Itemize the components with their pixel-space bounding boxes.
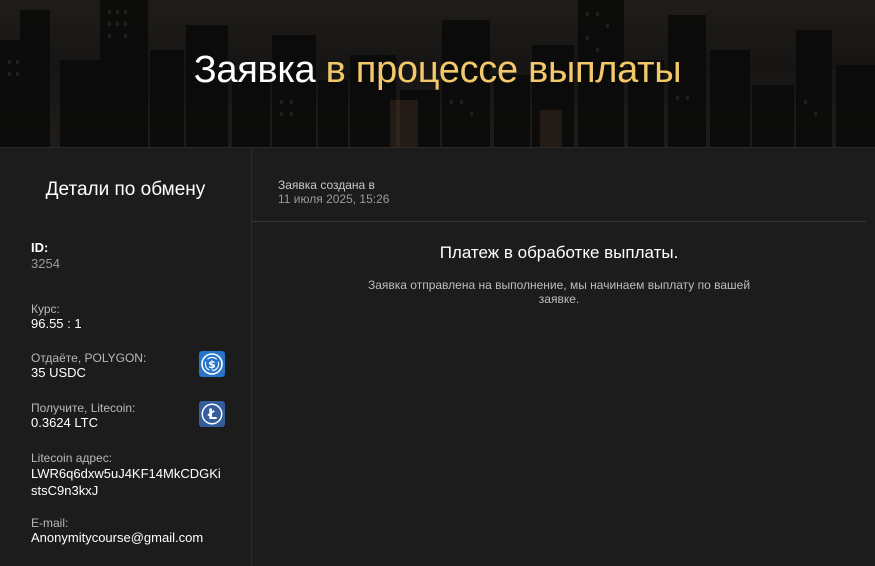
rate-label: Курс: xyxy=(31,302,60,316)
address-field: Litecoin адрес: LWR6q6dxw5uJ4KF14MkCDGKi… xyxy=(31,451,236,499)
created-info: Заявка создана в 11 июля 2025, 15:26 xyxy=(278,178,389,206)
status-divider xyxy=(252,221,866,222)
status-message: Заявка отправлена на выполнение, мы начи… xyxy=(367,278,751,306)
created-label: Заявка создана в xyxy=(278,178,375,192)
address-value[interactable]: LWR6q6dxw5uJ4KF14MkCDGKistsC9n3kxJ xyxy=(31,465,227,499)
status-title: Платеж в обработке выплаты. xyxy=(439,243,679,262)
page: Заявка в процессе выплаты Детали по обме… xyxy=(0,0,875,566)
order-id-value: 3254 xyxy=(31,256,60,271)
hero-banner: Заявка в процессе выплаты xyxy=(0,0,875,147)
address-label: Litecoin адрес: xyxy=(31,451,113,465)
svg-text:Ł: Ł xyxy=(207,407,217,423)
rate-field: Курс: 96.55 : 1 xyxy=(31,302,236,332)
usdc-coin-icon: $ xyxy=(199,351,225,377)
rate-value: 96.55 : 1 xyxy=(31,316,82,331)
exchange-card: Детали по обмену ID: 3254 Курс: 96.55 : … xyxy=(0,147,875,566)
email-field: E-mail: Anonymitycourse@gmail.com xyxy=(31,516,236,546)
page-title-accent: в процессе выплаты xyxy=(325,49,682,91)
exchange-details-panel: Детали по обмену ID: 3254 Курс: 96.55 : … xyxy=(0,148,251,566)
status-panel: Заявка создана в 11 июля 2025, 15:26 Пла… xyxy=(252,148,875,566)
email-label: E-mail: xyxy=(31,516,69,530)
email-value: Anonymitycourse@gmail.com xyxy=(31,530,204,545)
order-id-field: ID: 3254 xyxy=(31,241,236,272)
svg-text:$: $ xyxy=(208,358,216,371)
page-title-main: Заявка xyxy=(193,49,316,91)
page-title: Заявка в процессе выплаты xyxy=(0,46,875,94)
order-id-label: ID: xyxy=(31,240,49,255)
litecoin-icon: Ł xyxy=(199,401,225,427)
created-date: 11 июля 2025, 15:26 xyxy=(278,192,390,206)
details-title: Детали по обмену xyxy=(45,179,206,200)
